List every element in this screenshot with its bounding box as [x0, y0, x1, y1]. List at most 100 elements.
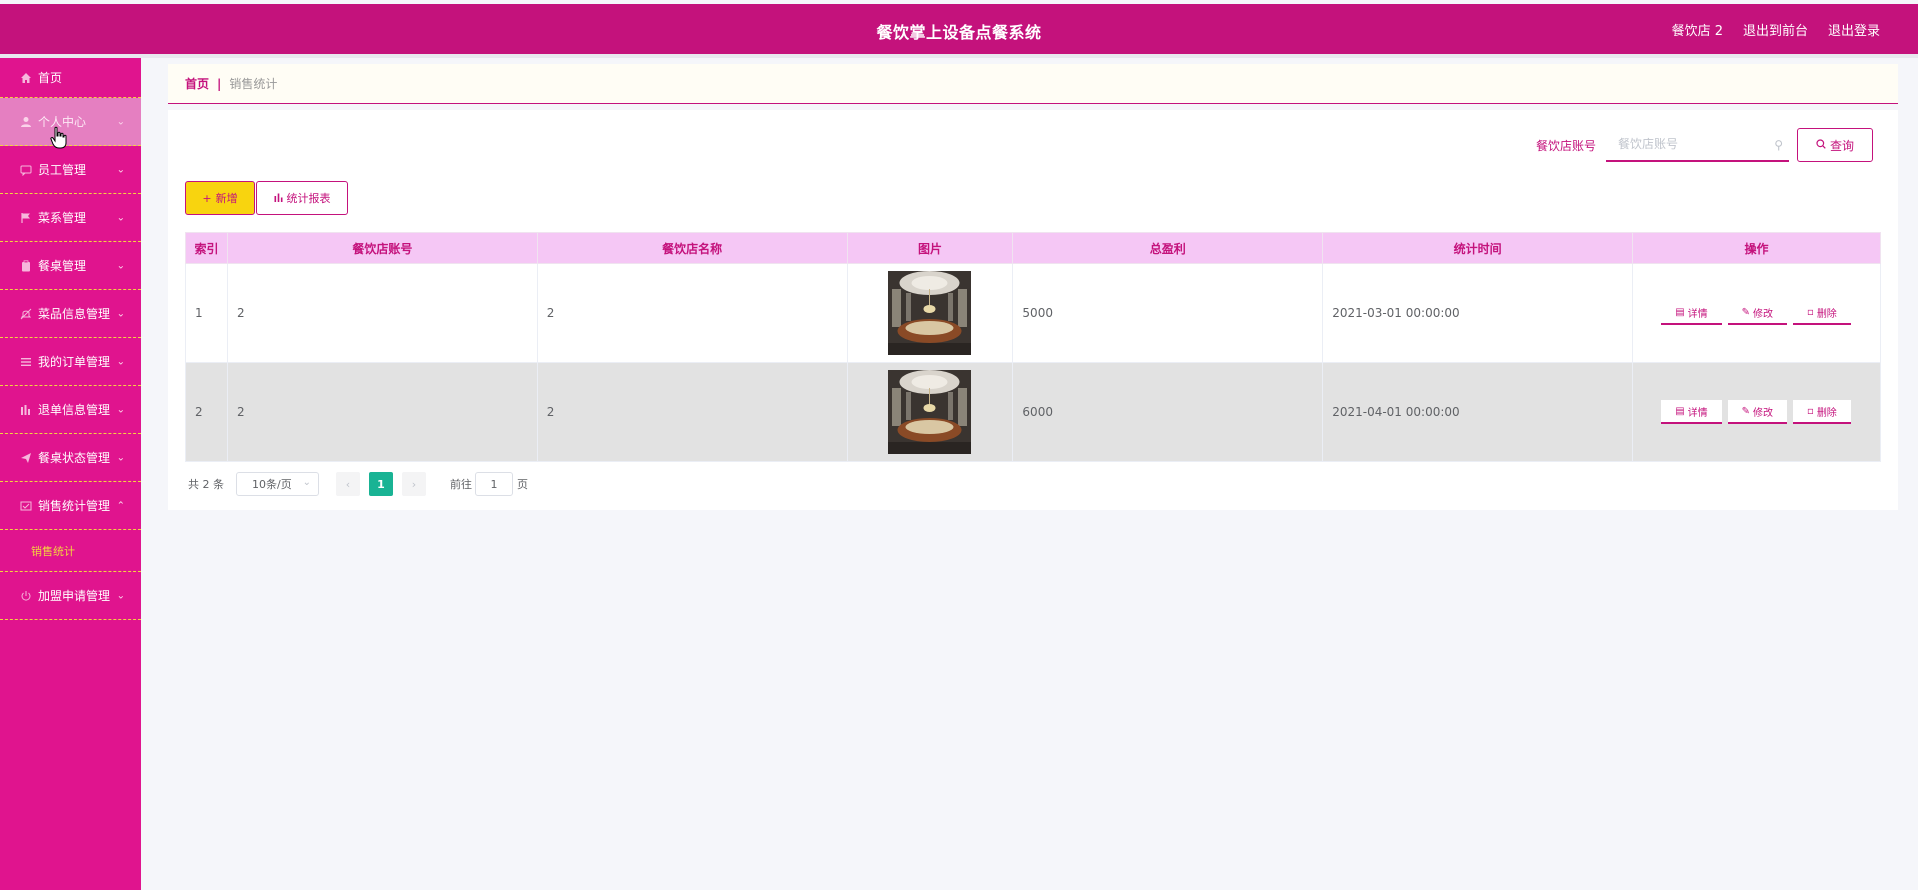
app-title: 餐饮掌上设备点餐系统 [876, 23, 1042, 42]
delete-button[interactable]: ▫ 删除 [1793, 301, 1851, 325]
goto-label: 前往 [450, 478, 472, 491]
cell-account: 2 [226, 362, 538, 462]
cell-time: 2021-04-01 00:00:00 [1322, 362, 1633, 462]
bell-off-icon [19, 307, 32, 320]
delete-button[interactable]: ▫ 删除 [1793, 400, 1851, 424]
add-button-label: 新增 [215, 192, 238, 205]
mail-check-icon [19, 499, 32, 512]
sidebar-item-label: 我的订单管理 [38, 355, 111, 369]
edit-icon: ✎ [1741, 405, 1751, 417]
sidebar-item-label: 餐桌状态管理 [38, 451, 111, 465]
cell-index: 1 [185, 263, 228, 363]
trash-icon: ▫ [1807, 405, 1814, 417]
current-user-label[interactable]: 餐饮店 2 [1672, 20, 1723, 39]
sidebar-item-label: 加盟申请管理 [38, 589, 111, 603]
sidebar-item-label: 员工管理 [38, 163, 87, 177]
edit-button[interactable]: ✎ 修改 [1727, 301, 1788, 325]
power-icon [19, 589, 32, 602]
mouse-pointer-icon [50, 126, 67, 149]
edit-icon: ✎ [1741, 306, 1751, 318]
chevron-down-icon: ⌄ [116, 404, 125, 415]
detail-button[interactable]: ▤ 详情 [1661, 400, 1722, 424]
sidebar-item-dish-info[interactable]: 菜品信息管理 ⌄ [0, 290, 141, 338]
column-header[interactable]: 统计时间 [1322, 232, 1633, 264]
page-size-value: 10条/页 [252, 478, 292, 491]
sidebar-item-sales-stats[interactable]: 销售统计管理 ⌃ [0, 482, 141, 530]
restaurant-photo[interactable] [888, 271, 972, 355]
search-label: 餐饮店账号 [1535, 138, 1596, 153]
chat-icon [19, 163, 32, 176]
report-button-label: 统计报表 [286, 192, 331, 205]
search-icon: ⚲ [1774, 138, 1783, 152]
send-icon [19, 451, 32, 464]
exit-to-front-link[interactable]: 退出到前台 [1743, 20, 1808, 39]
cell-image [846, 263, 1014, 363]
prev-page-button[interactable]: ‹ [336, 472, 360, 496]
search-input[interactable] [1618, 137, 1768, 151]
list-icon [19, 355, 32, 368]
page-number-current[interactable]: 1 [369, 472, 393, 496]
edit-button[interactable]: ✎ 修改 [1727, 400, 1788, 424]
sidebar-item-franchise[interactable]: 加盟申请管理 ⌄ [0, 572, 141, 620]
chevron-down-icon: ⌄ [116, 590, 125, 601]
search-button-label: 查询 [1829, 138, 1854, 153]
pagination: 共 2 条 10条/页 ⌄ ‹ 1 › 前往 1 页 [188, 472, 528, 496]
sidebar-item-staff[interactable]: 员工管理 ⌄ [0, 146, 141, 194]
sidebar-item-label: 退单信息管理 [38, 403, 111, 417]
search-field-wrapper: ⚲ [1606, 128, 1789, 162]
total-count: 共 2 条 [188, 478, 224, 491]
sidebar-item-label: 菜品信息管理 [38, 307, 111, 321]
edit-button-label: 修改 [1753, 308, 1774, 320]
search-icon [1816, 138, 1826, 152]
cell-profit: 6000 [1012, 362, 1324, 462]
page-size-select[interactable]: 10条/页 ⌄ [236, 472, 319, 496]
next-page-button[interactable]: › [402, 472, 426, 496]
column-header: 索引 [185, 232, 228, 264]
goto-page-value: 1 [490, 477, 498, 491]
cell-profit: 5000 [1012, 263, 1324, 363]
sidebar-item-label: 首页 [38, 71, 63, 85]
sidebar-subitem-label: 销售统计 [31, 544, 75, 558]
page-unit-label: 页 [517, 478, 528, 491]
chevron-left-icon: ‹ [345, 477, 351, 491]
report-button[interactable]: 统计报表 [256, 181, 348, 215]
search-form: 餐饮店账号 ⚲ 查询 [1536, 128, 1873, 162]
sidebar-item-personal-center[interactable]: 个人中心 ⌄ [0, 98, 141, 146]
chevron-down-icon: ⌄ [116, 452, 125, 463]
sidebar: 首页 个人中心 ⌄ 员工管理 ⌄ 菜系管理 ⌄ 餐桌管理 ⌄ 菜品信息管理 ⌄ … [0, 58, 141, 890]
column-header[interactable]: 餐饮店名称 [536, 232, 848, 264]
sidebar-item-my-orders[interactable]: 我的订单管理 ⌄ [0, 338, 141, 386]
breadcrumb-current: 销售统计 [229, 77, 278, 91]
chevron-down-icon: ⌄ [116, 308, 125, 319]
sidebar-item-home[interactable]: 首页 [0, 58, 141, 98]
chevron-down-icon: ⌄ [302, 477, 311, 488]
top-header: 餐饮掌上设备点餐系统 餐饮店 2 退出到前台 退出登录 [0, 4, 1918, 54]
delete-button-label: 删除 [1816, 308, 1837, 320]
table-row: 1 2 2 5000 2021-03-01 00:00:00 ▤ 详情 ✎ 修改… [185, 263, 1881, 363]
cell-account: 2 [226, 263, 538, 363]
header-divider [0, 54, 1918, 58]
sidebar-item-table-status[interactable]: 餐桌状态管理 ⌄ [0, 434, 141, 482]
sidebar-subitem-sales-stats[interactable]: 销售统计 [0, 530, 141, 572]
user-icon [19, 115, 32, 128]
chevron-down-icon: ⌄ [116, 164, 125, 175]
cell-image [846, 362, 1014, 462]
detail-button[interactable]: ▤ 详情 [1661, 301, 1722, 325]
sidebar-item-label: 餐桌管理 [38, 259, 87, 273]
edit-button-label: 修改 [1753, 407, 1774, 419]
sidebar-item-refunds[interactable]: 退单信息管理 ⌄ [0, 386, 141, 434]
goto-page-input[interactable]: 1 [475, 472, 513, 496]
search-button[interactable]: 查询 [1797, 128, 1873, 162]
logout-link[interactable]: 退出登录 [1828, 20, 1880, 39]
document-icon: ▤ [1675, 306, 1685, 318]
sidebar-item-cuisine[interactable]: 菜系管理 ⌄ [0, 194, 141, 242]
sidebar-item-table[interactable]: 餐桌管理 ⌄ [0, 242, 141, 290]
column-header[interactable]: 餐饮店账号 [226, 232, 538, 264]
column-header: 图片 [846, 232, 1014, 264]
column-header: 操作 [1632, 232, 1881, 264]
add-button[interactable]: + 新增 [185, 181, 255, 215]
breadcrumb-home[interactable]: 首页 [185, 75, 209, 92]
restaurant-photo[interactable] [888, 370, 972, 454]
action-buttons: + 新增 统计报表 [185, 181, 348, 215]
column-header[interactable]: 总盈利 [1012, 232, 1324, 264]
